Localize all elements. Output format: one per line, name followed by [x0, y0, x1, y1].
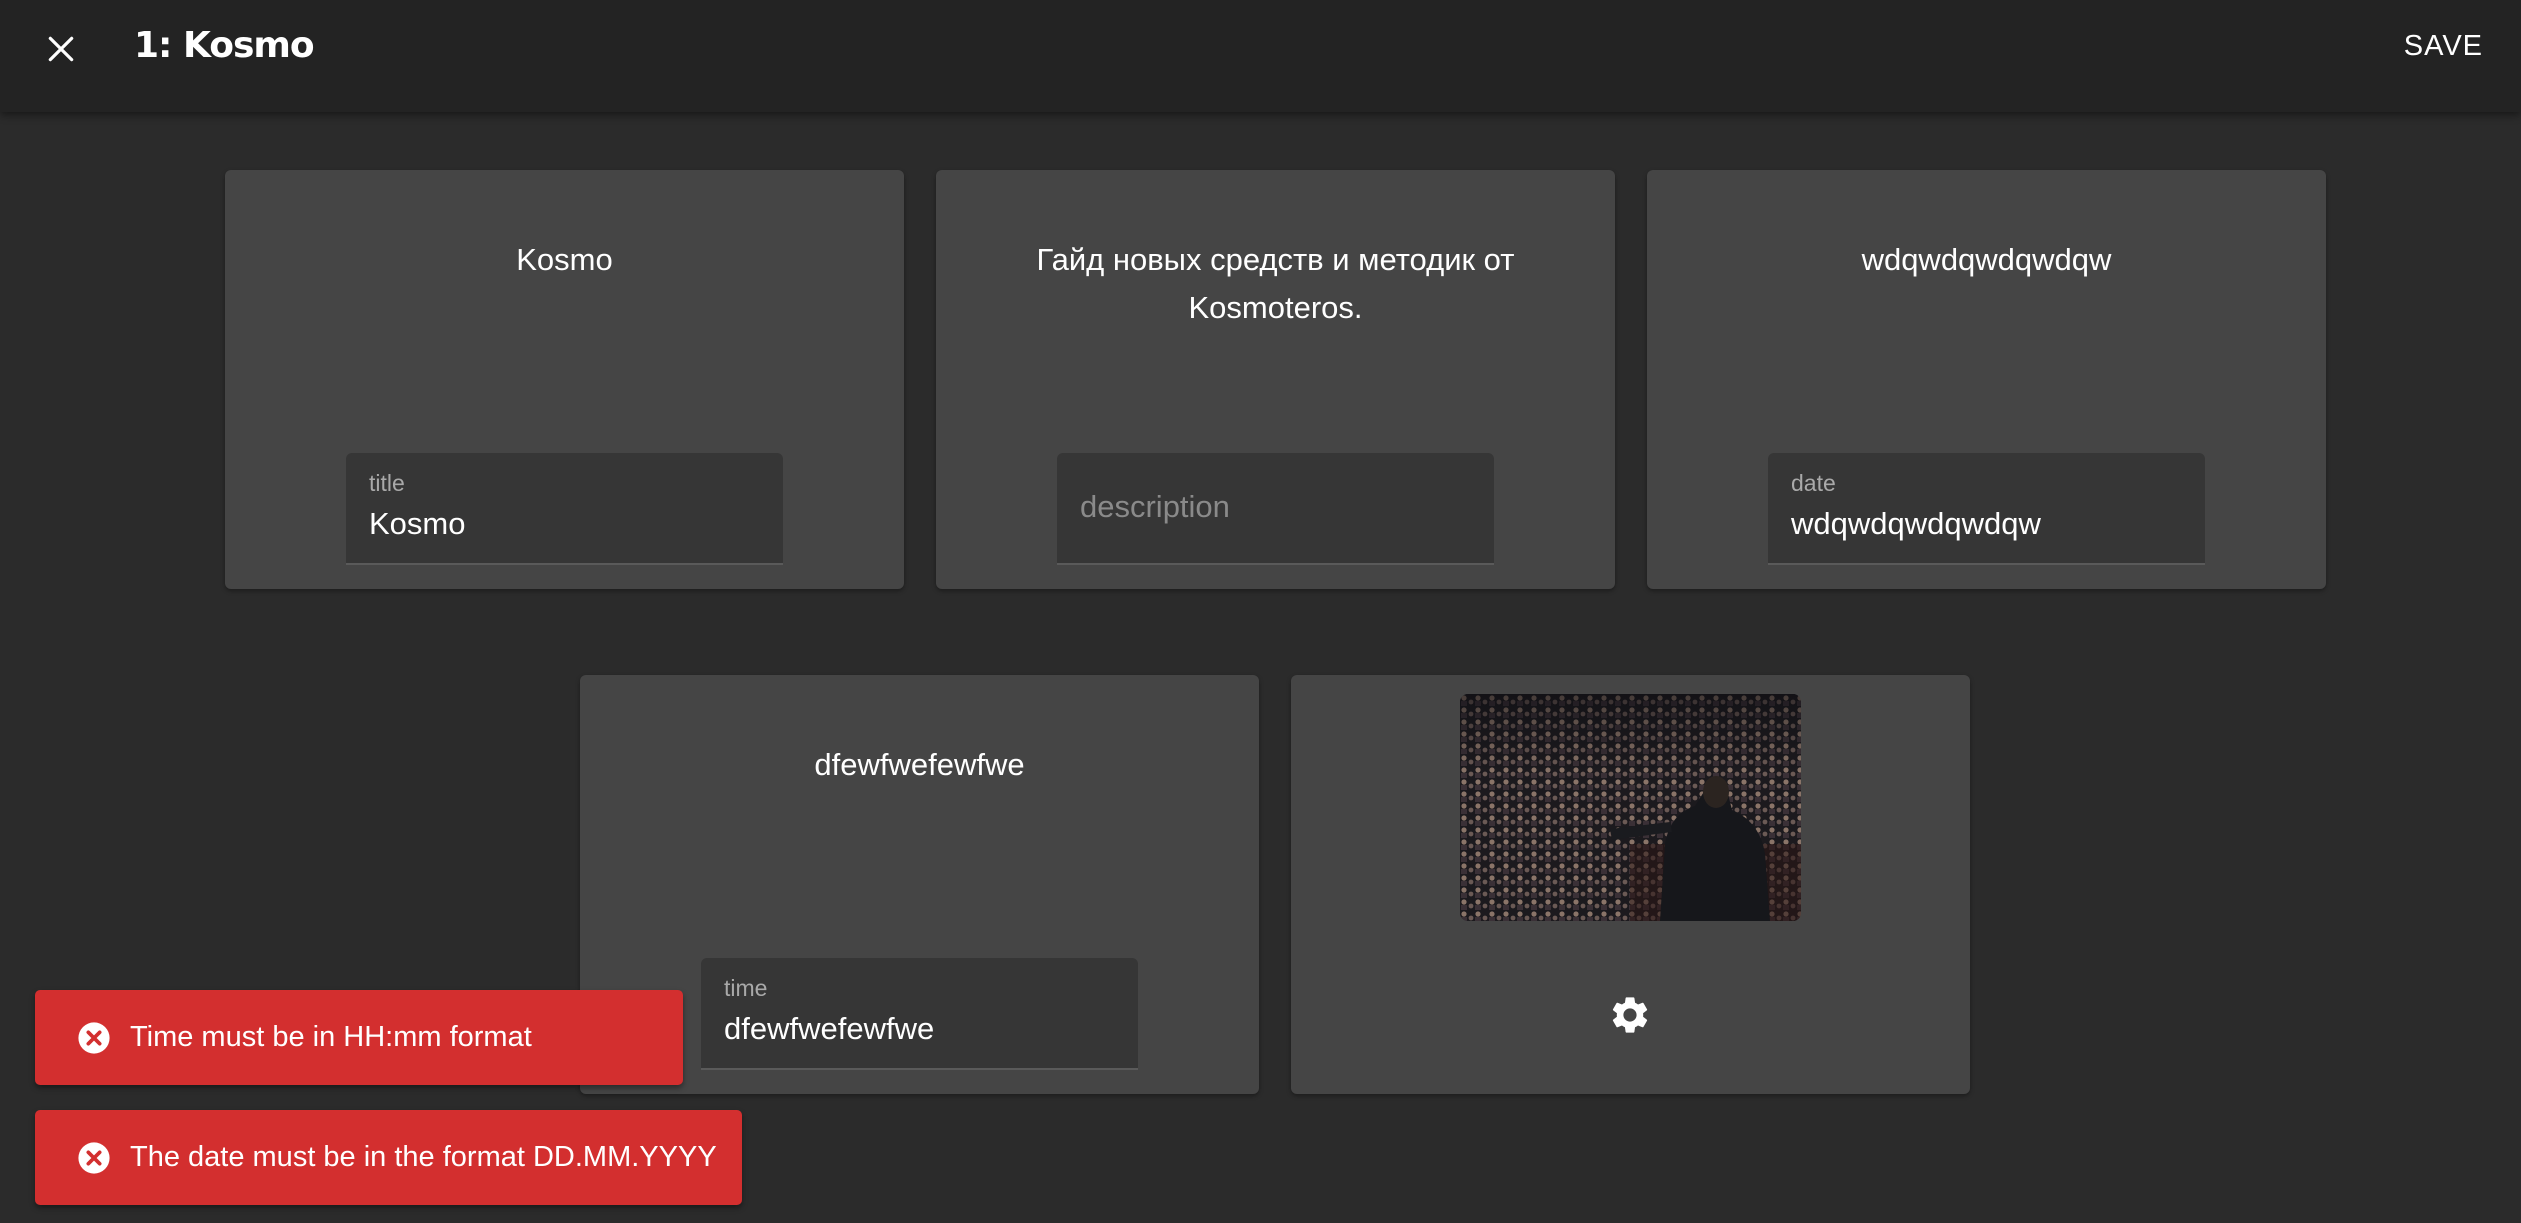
page-title: 1: Kosmo [134, 25, 315, 66]
description-field-placeholder[interactable]: description [1080, 489, 1230, 525]
date-field-value[interactable]: wdqwdqwdqwdqw [1791, 506, 2041, 542]
audience-photo [1460, 694, 1801, 921]
date-card: wdqwdqwdqwdqw date wdqwdqwdqwdqw [1647, 170, 2326, 589]
event-image [1460, 694, 1801, 921]
error-toast-date[interactable]: The date must be in the format DD.MM.YYY… [35, 1110, 742, 1205]
close-button[interactable] [36, 24, 86, 74]
description-card: Гайд новых средств и методик от Kosmoter… [936, 170, 1615, 589]
time-field-value[interactable]: dfewfwefewfwe [724, 1011, 934, 1047]
app-bar: 1: Kosmo SAVE [0, 0, 2521, 112]
description-field[interactable]: description [1057, 453, 1494, 565]
title-field[interactable]: title Kosmo [346, 453, 783, 565]
time-field[interactable]: time dfewfwefewfwe [701, 958, 1138, 1070]
title-card: Kosmo title Kosmo [225, 170, 904, 589]
error-icon [77, 1021, 111, 1055]
close-icon [48, 36, 74, 62]
time-card-heading: dfewfwefewfwe [814, 747, 1025, 782]
title-card-heading: Kosmo [516, 242, 613, 277]
description-card-heading: Гайд новых средств и методик от Kosmoter… [1036, 242, 1515, 325]
image-card [1291, 675, 1970, 1094]
date-field[interactable]: date wdqwdqwdqwdqw [1768, 453, 2205, 565]
toast-message: The date must be in the format DD.MM.YYY… [130, 1141, 717, 1173]
date-field-label: date [1791, 470, 1836, 496]
error-icon [77, 1141, 111, 1175]
error-toast-time[interactable]: Time must be in HH:mm format [35, 990, 683, 1085]
save-button[interactable]: SAVE [2404, 30, 2483, 63]
settings-button[interactable] [1602, 987, 1658, 1043]
gear-icon [1612, 997, 1648, 1033]
time-field-label: time [724, 975, 768, 1001]
toast-message: Time must be in HH:mm format [130, 1021, 532, 1053]
title-field-label: title [369, 470, 405, 496]
date-card-heading: wdqwdqwdqwdqw [1861, 242, 2112, 277]
title-field-value[interactable]: Kosmo [369, 506, 465, 542]
